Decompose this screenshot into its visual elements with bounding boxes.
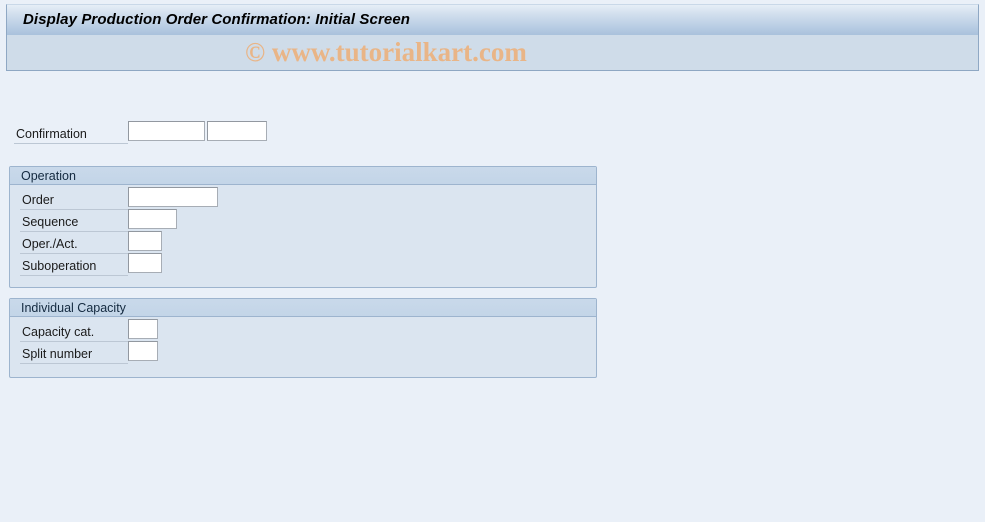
confirmation-input-secondary[interactable]	[207, 121, 267, 141]
group-header-operation: Operation	[10, 167, 596, 185]
group-title-operation: Operation	[21, 169, 76, 183]
sequence-label: Sequence	[22, 215, 79, 229]
capacity-category-label-rule	[20, 341, 128, 342]
group-title-individual-capacity: Individual Capacity	[21, 301, 126, 315]
split-number-label: Split number	[22, 347, 93, 361]
application-window: Display Production Order Confirmation: I…	[0, 0, 985, 522]
window-title-bar: Display Production Order Confirmation: I…	[6, 4, 979, 35]
group-box-operation: Operation Order Sequence Oper./Act. Subo…	[9, 166, 597, 288]
confirmation-label: Confirmation	[16, 127, 87, 141]
confirmation-label-rule	[14, 143, 128, 144]
order-input[interactable]	[128, 187, 218, 207]
order-label-rule	[20, 209, 128, 210]
capacity-category-input[interactable]	[128, 319, 158, 339]
confirmation-input-primary[interactable]	[128, 121, 205, 141]
suboperation-label-rule	[20, 275, 128, 276]
suboperation-input[interactable]	[128, 253, 162, 273]
operation-activity-label: Oper./Act.	[22, 237, 78, 251]
operation-activity-label-rule	[20, 253, 128, 254]
group-box-individual-capacity: Individual Capacity Capacity cat. Split …	[9, 298, 597, 378]
page-title: Display Production Order Confirmation: I…	[23, 11, 411, 28]
operation-activity-input[interactable]	[128, 231, 162, 251]
split-number-input[interactable]	[128, 341, 158, 361]
suboperation-label: Suboperation	[22, 259, 97, 273]
split-number-label-rule	[20, 363, 128, 364]
sequence-input[interactable]	[128, 209, 177, 229]
group-header-individual-capacity: Individual Capacity	[10, 299, 596, 317]
toolbar-strip	[6, 35, 979, 71]
sequence-label-rule	[20, 231, 128, 232]
order-label: Order	[22, 193, 54, 207]
capacity-category-label: Capacity cat.	[22, 325, 95, 339]
